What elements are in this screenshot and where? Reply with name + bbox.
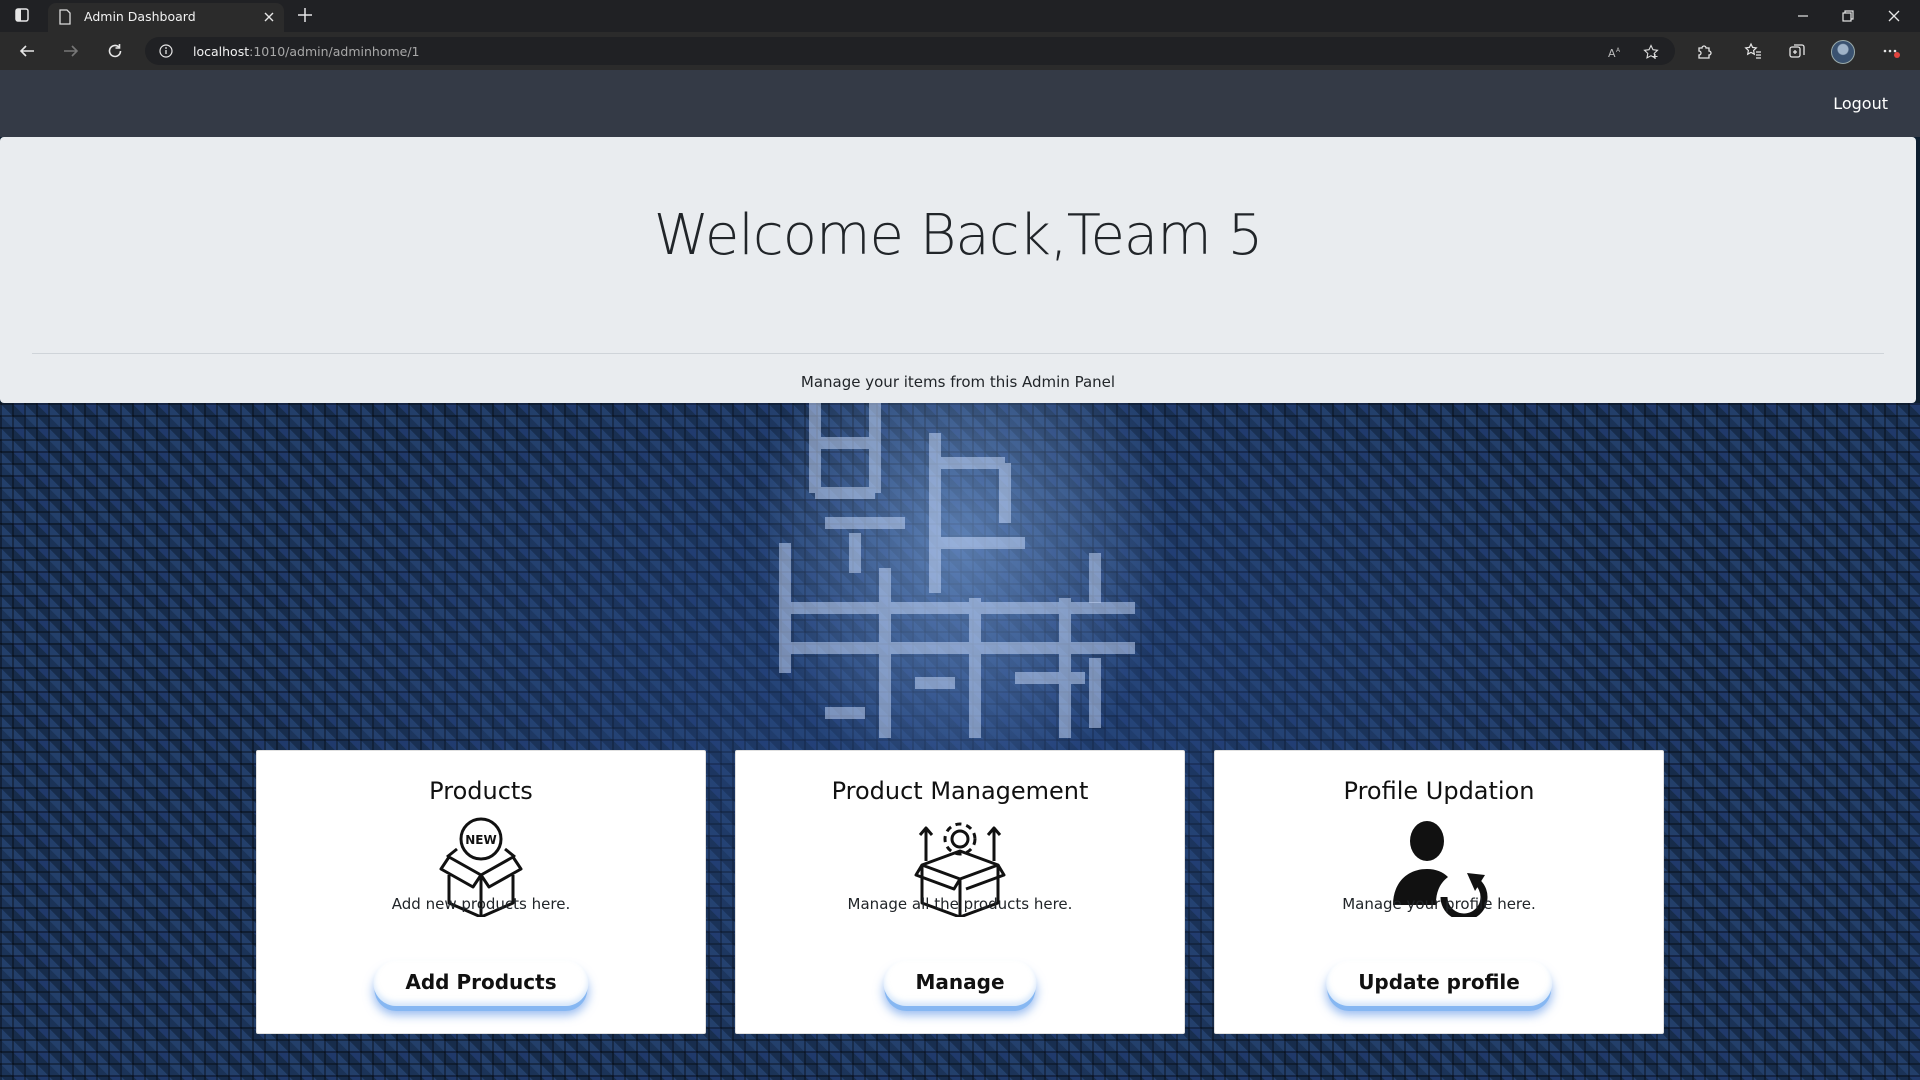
tab-title: Admin Dashboard (84, 9, 196, 24)
restore-icon[interactable] (1840, 8, 1856, 24)
card-description: Add new products here. (391, 895, 571, 913)
card-description: Manage your profile here. (1342, 895, 1536, 913)
top-navbar: Logout (0, 70, 1920, 137)
page-viewport: Logout Welcome Back,Team 5 Manage your i… (0, 70, 1920, 1080)
welcome-jumbotron: Welcome Back,Team 5 Manage your items fr… (0, 137, 1916, 403)
close-window-icon[interactable] (1886, 8, 1902, 24)
minimize-icon[interactable] (1795, 8, 1811, 24)
browser-tab-bar: Admin Dashboard (0, 0, 1920, 32)
url-path: :1010/admin/adminhome/1 (249, 44, 420, 59)
update-profile-button[interactable]: Update profile (1326, 960, 1552, 1006)
close-icon[interactable] (262, 10, 276, 24)
sidebar-icon[interactable] (14, 7, 30, 23)
url-text[interactable]: localhost:1010/admin/adminhome/1 (193, 44, 420, 59)
divider (32, 353, 1884, 354)
manage-button[interactable]: Manage (883, 960, 1037, 1006)
card-product-management: Product Management Manage all the produc… (735, 750, 1185, 1034)
address-bar[interactable]: localhost:1010/admin/adminhome/1 A A (145, 37, 1675, 65)
new-tab-icon[interactable] (296, 6, 314, 24)
url-host: localhost (193, 44, 250, 59)
add-favorite-icon[interactable] (1643, 44, 1659, 60)
card-description: Manage all the products here. (847, 895, 1073, 913)
browser-toolbar: localhost:1010/admin/adminhome/1 A A (0, 32, 1920, 70)
welcome-heading: Welcome Back,Team 5 (653, 203, 1263, 268)
more-icon[interactable] (1882, 42, 1900, 60)
background-glyph-pattern (779, 403, 1135, 738)
card-title: Product Management (831, 777, 1089, 805)
favorites-icon[interactable] (1744, 42, 1762, 60)
forward-icon[interactable] (62, 42, 80, 60)
browser-tab-active[interactable]: Admin Dashboard (48, 3, 284, 32)
profile-avatar[interactable] (1831, 40, 1855, 64)
svg-text:NEW: NEW (465, 833, 496, 847)
svg-text:A: A (1616, 47, 1621, 54)
svg-text:A: A (1608, 47, 1616, 60)
extensions-icon[interactable] (1695, 42, 1713, 60)
card-title: Products (429, 777, 533, 805)
card-title: Profile Updation (1343, 777, 1535, 805)
info-icon[interactable] (159, 44, 173, 58)
card-products: Products NEW Add new products here. Add … (256, 750, 706, 1034)
back-icon[interactable] (18, 42, 36, 60)
read-aloud-icon[interactable]: A A (1607, 44, 1623, 60)
card-profile-updation: Profile Updation Manage your profile her… (1214, 750, 1664, 1034)
page-icon (59, 9, 71, 25)
logout-link[interactable]: Logout (1833, 94, 1888, 113)
collections-icon[interactable] (1788, 42, 1806, 60)
add-products-button[interactable]: Add Products (373, 960, 589, 1006)
reload-icon[interactable] (106, 42, 124, 60)
welcome-subtitle: Manage your items from this Admin Panel (800, 373, 1116, 391)
